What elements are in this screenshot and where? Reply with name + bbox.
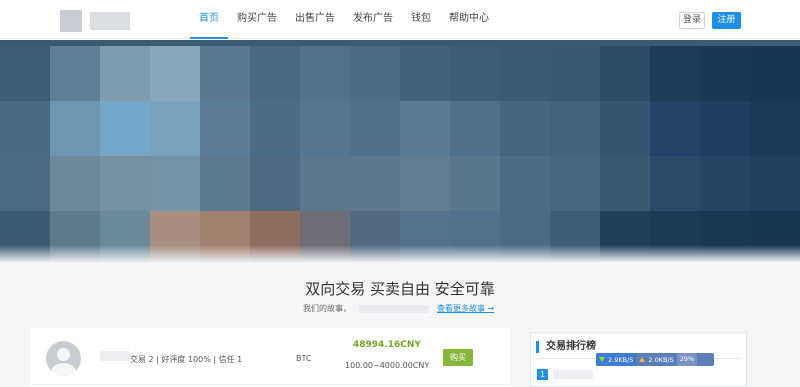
nav-item-home[interactable]: 首页 [190,0,228,39]
avatar[interactable] [46,341,81,376]
banner-mosaic-tile [700,46,750,101]
slogan-subtitle: 我们的故事， 查看更多故事 → [303,303,494,314]
banner-mosaic-tile [150,101,200,156]
banner-mosaic-tile [500,156,550,211]
hero-banner[interactable] [0,40,800,262]
banner-mosaic-tile [0,101,50,156]
banner-mosaic-tile [750,101,800,156]
banner-mosaic-tile [200,46,250,101]
banner-mosaic-tile [200,101,250,156]
banner-mosaic-tile [500,101,550,156]
banner-mosaic-tile [250,46,300,101]
banner-mosaic-tile [450,101,500,156]
banner-mosaic-tile [300,156,350,211]
banner-mosaic-tile [0,156,50,211]
banner-mosaic-tile [350,46,400,101]
nav-item-buy-ads[interactable]: 购买广告 [228,0,286,39]
rank-trader-name[interactable] [553,370,593,379]
banner-mosaic-tile [350,101,400,156]
banner-mosaic-tile [750,46,800,101]
banner-mosaic-tile [700,101,750,156]
banner-mosaic-tile [0,46,50,101]
banner-mosaic-tile [450,46,500,101]
story-prefix: 我们的故事， [303,304,351,313]
network-speed-widget[interactable]: 2.9KB/S 2.0KB/S 29% [596,353,714,366]
banner-mosaic-tile [350,156,400,211]
banner-mosaic-tile [550,101,600,156]
banner-mosaic-tile [250,101,300,156]
banner-mosaic-tile [550,46,600,101]
nav-item-post-ad[interactable]: 发布广告 [344,0,402,39]
more-stories-link[interactable]: 查看更多故事 → [437,304,494,313]
ad-listing-row [30,328,510,387]
banner-mosaic-tile [300,101,350,156]
login-button[interactable]: 登录 [679,12,705,29]
banner-mosaic-tile [750,156,800,211]
banner-mosaic-tile [400,156,450,211]
banner-mosaic-tile [600,101,650,156]
trader-name[interactable] [100,351,130,361]
rank-number-badge: 1 [537,369,548,380]
ranking-title: 交易排行榜 [536,341,596,353]
banner-mosaic-tile [650,101,700,156]
upload-speed-value: 2.0KB/S [648,355,674,364]
banner-mosaic-tile [100,156,150,211]
nav-item-wallet[interactable]: 钱包 [402,0,440,39]
banner-mosaic-tile [100,46,150,101]
banner-mosaic-tile [400,101,450,156]
banner-mosaic-tile [650,46,700,101]
banner-mosaic-tile [50,156,100,211]
banner-mosaic-tile [150,46,200,101]
banner-mosaic-tile [150,156,200,211]
download-arrow-icon [599,357,605,362]
banner-mosaic-tile [300,46,350,101]
banner-mosaic-tile [50,46,100,101]
banner-mosaic-tile [700,156,750,211]
site-logo[interactable] [60,10,130,32]
download-speed: 2.9KB/S [596,353,637,366]
download-speed-value: 2.9KB/S [608,355,634,364]
register-button[interactable]: 注册 [712,12,741,29]
banner-mosaic-tile [600,46,650,101]
cpu-percent: 29% [676,353,698,366]
nav-item-help-center[interactable]: 帮助中心 [440,0,498,39]
banner-mosaic-tile [650,156,700,211]
banner-mosaic-tile [50,101,100,156]
coin-type: BTC [296,354,312,363]
upload-speed: 2.0KB/S [636,353,676,366]
top-header: 首页 购买广告 出售广告 发布广告 钱包 帮助中心 登录 注册 [0,0,800,39]
banner-mosaic-tile [250,156,300,211]
banner-mosaic-tile [600,156,650,211]
story-placeholder [359,304,429,313]
banner-mosaic-tile [500,46,550,101]
buy-button[interactable]: 购买 [443,349,473,366]
banner-mosaic-tile [450,156,500,211]
row-divider [30,384,510,385]
banner-mosaic-tile [100,101,150,156]
banner-mosaic-tile [550,156,600,211]
banner-mosaic-tile [200,156,250,211]
trader-stats: 交易 2 | 好评度 100% | 信任 1 [130,355,243,364]
nav-item-sell-ads[interactable]: 出售广告 [286,0,344,39]
ad-price: 48994.16CNY [353,340,421,350]
main-nav: 首页 购买广告 出售广告 发布广告 钱包 帮助中心 [190,0,498,39]
slogan-title: 双向交易 买卖自由 安全可靠 [305,280,495,298]
ad-limit: 100.00~4000.00CNY [345,361,430,370]
upload-arrow-icon [639,357,646,362]
banner-mosaic-tile [400,46,450,101]
